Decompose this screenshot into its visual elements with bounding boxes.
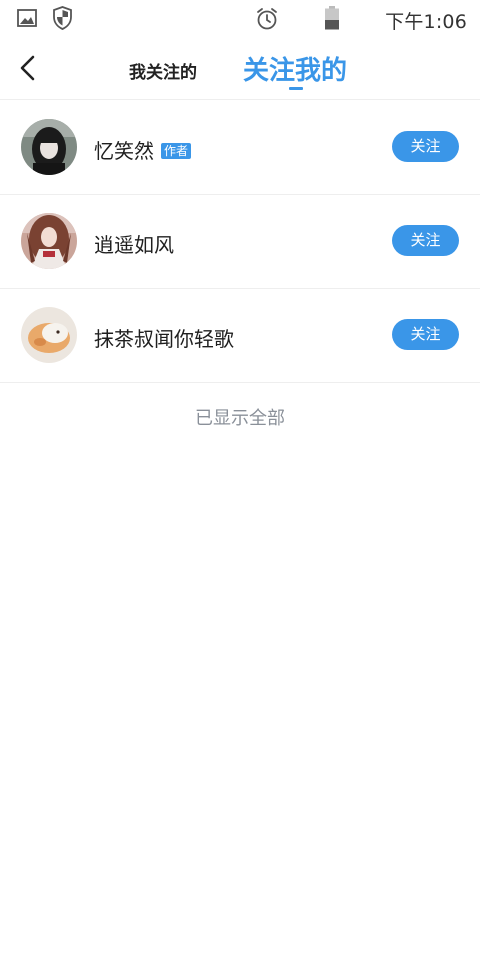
list-item[interactable]: 抹茶叔闻你轻歌 关注 — [0, 289, 480, 383]
avatar-image — [21, 119, 77, 175]
gallery-icon — [17, 9, 37, 27]
alarm-icon — [257, 8, 277, 30]
follow-button[interactable]: 关注 — [392, 131, 459, 162]
tab-followers[interactable]: 关注我的 — [243, 50, 347, 87]
header: 我关注的 关注我的 — [0, 38, 480, 100]
status-bar: 下午1:06 — [0, 0, 480, 38]
follow-button[interactable]: 关注 — [392, 225, 459, 256]
battery-icon — [325, 6, 339, 30]
follow-button[interactable]: 关注 — [392, 319, 459, 350]
active-tab-indicator — [289, 87, 303, 90]
chevron-left-icon — [20, 55, 35, 81]
user-name: 抹茶叔闻你轻歌 — [94, 327, 234, 351]
shield-icon — [53, 6, 72, 30]
avatar[interactable] — [21, 119, 77, 175]
list-item[interactable]: 忆笑然 作者 关注 — [0, 101, 480, 195]
user-name: 忆笑然 作者 — [94, 135, 192, 164]
followers-list: 忆笑然 作者 关注 逍遥如风 关注 抹茶叔闻你轻歌 关注 — [0, 101, 480, 383]
end-of-list-text: 已显示全部 — [195, 408, 285, 429]
back-button[interactable] — [12, 52, 44, 84]
avatar-image — [21, 213, 77, 269]
list-item[interactable]: 逍遥如风 关注 — [0, 195, 480, 289]
status-time: 下午1:06 — [385, 11, 467, 33]
tab-following[interactable]: 我关注的 — [129, 58, 197, 83]
user-name: 逍遥如风 — [94, 233, 174, 257]
author-badge: 作者 — [161, 143, 192, 159]
avatar[interactable] — [21, 213, 77, 269]
avatar[interactable] — [21, 307, 77, 363]
avatar-image — [21, 307, 77, 363]
